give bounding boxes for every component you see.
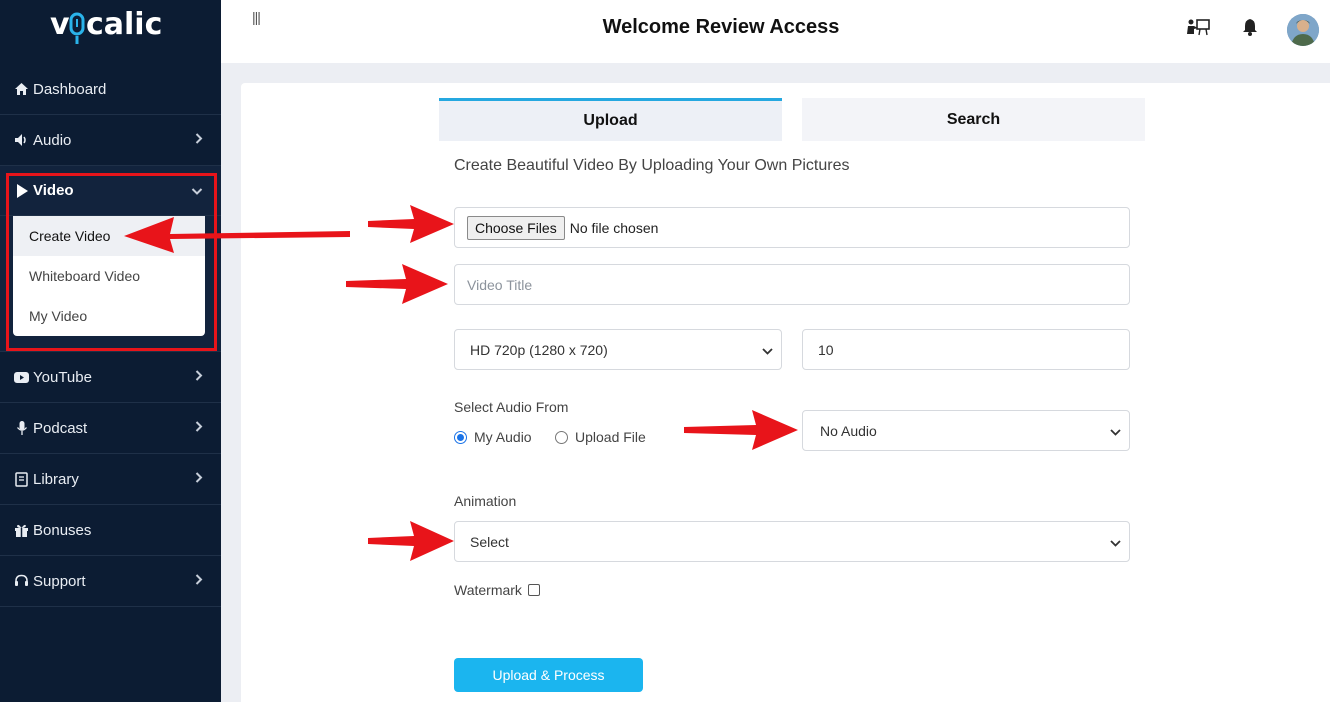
sidebar-item-label: Support	[33, 572, 86, 590]
watermark-label: Watermark	[454, 582, 522, 598]
sidebar-item-podcast[interactable]: Podcast	[0, 403, 221, 454]
microphone-icon	[13, 420, 30, 437]
sidebar-item-label: Dashboard	[33, 80, 107, 98]
watermark-row: Watermark	[454, 582, 540, 598]
sidebar-item-dashboard[interactable]: Dashboard	[0, 64, 221, 115]
audio-select-value: No Audio	[820, 422, 877, 439]
chevron-down-icon	[1110, 423, 1121, 439]
video-title-placeholder: Video Title	[467, 276, 533, 293]
file-input[interactable]: Choose Files No file chosen	[454, 207, 1130, 248]
chevron-right-icon	[195, 369, 203, 386]
resolution-value: HD 720p (1280 x 720)	[470, 341, 608, 358]
resolution-select[interactable]: HD 720p (1280 x 720)	[454, 329, 782, 370]
home-icon	[13, 81, 30, 98]
annotation-highlight-box	[6, 173, 217, 351]
choose-files-button[interactable]: Choose Files	[467, 215, 565, 240]
headset-icon	[13, 573, 30, 590]
top-header: ||| Welcome Review Access	[221, 0, 1330, 63]
speaker-icon	[13, 132, 30, 149]
duration-value: 10	[818, 341, 834, 358]
audio-source-label: Select Audio From	[454, 399, 569, 415]
upload-process-button[interactable]: Upload & Process	[454, 658, 643, 692]
sidebar-item-support[interactable]: Support	[0, 556, 221, 607]
radio-indicator-checked[interactable]	[454, 430, 467, 444]
presentation-icon[interactable]	[1186, 18, 1210, 43]
chevron-down-icon	[1110, 534, 1121, 550]
youtube-icon	[13, 369, 30, 386]
sidebar-item-label: Podcast	[33, 419, 88, 437]
video-title-input[interactable]: Video Title	[454, 264, 1130, 305]
chevron-right-icon	[195, 420, 203, 437]
annotation-arrow-left	[124, 217, 350, 253]
annotation-arrow-right	[368, 205, 454, 243]
form-subtitle: Create Beautiful Video By Uploading Your…	[454, 157, 850, 174]
animation-label: Animation	[454, 493, 517, 509]
audio-select[interactable]: No Audio	[802, 410, 1130, 451]
file-status-text: No file chosen	[569, 219, 659, 236]
tab-search[interactable]: Search	[802, 98, 1145, 141]
gift-icon	[13, 522, 30, 539]
chevron-down-icon	[762, 342, 773, 358]
book-icon	[13, 471, 30, 488]
sidebar-item-label: Bonuses	[33, 521, 92, 539]
sidebar-item-label: Audio	[33, 131, 72, 149]
annotation-arrow-right	[346, 264, 448, 304]
annotation-arrow-right	[684, 410, 798, 450]
radio-my-audio-label: My Audio	[474, 429, 532, 445]
animation-select-value: Select	[470, 533, 509, 550]
radio-indicator[interactable]	[555, 430, 568, 444]
chevron-right-icon	[195, 573, 203, 590]
radio-upload-file-label: Upload File	[575, 429, 646, 445]
bell-icon[interactable]	[1242, 18, 1258, 41]
main-card: Upload Search Create Beautiful Video By …	[241, 83, 1330, 702]
duration-input[interactable]: 10	[802, 329, 1130, 370]
sidebar-item-audio[interactable]: Audio	[0, 115, 221, 166]
logo-text: vocalic	[50, 8, 170, 43]
sidebar-item-library[interactable]: Library	[0, 454, 221, 505]
animation-select[interactable]: Select	[454, 521, 1130, 562]
annotation-arrow-right	[368, 521, 454, 561]
vocalic-logo[interactable]: vocalic v calic	[50, 7, 170, 50]
page-title: Welcome Review Access	[602, 16, 840, 38]
radio-my-audio[interactable]: My Audio	[454, 429, 532, 445]
chevron-right-icon	[195, 471, 203, 488]
user-avatar[interactable]	[1287, 14, 1319, 46]
sidebar: vocalic v calic Dashboard Audio	[0, 0, 221, 702]
sidebar-item-label: YouTube	[33, 368, 92, 386]
sidebar-item-label: Library	[33, 470, 79, 488]
tab-upload[interactable]: Upload	[439, 98, 782, 141]
radio-upload-file[interactable]: Upload File	[555, 429, 646, 445]
watermark-checkbox[interactable]	[527, 584, 540, 596]
sidebar-item-youtube[interactable]: YouTube	[0, 352, 221, 403]
sidebar-item-bonuses[interactable]: Bonuses	[0, 505, 221, 556]
chevron-right-icon	[195, 132, 203, 149]
